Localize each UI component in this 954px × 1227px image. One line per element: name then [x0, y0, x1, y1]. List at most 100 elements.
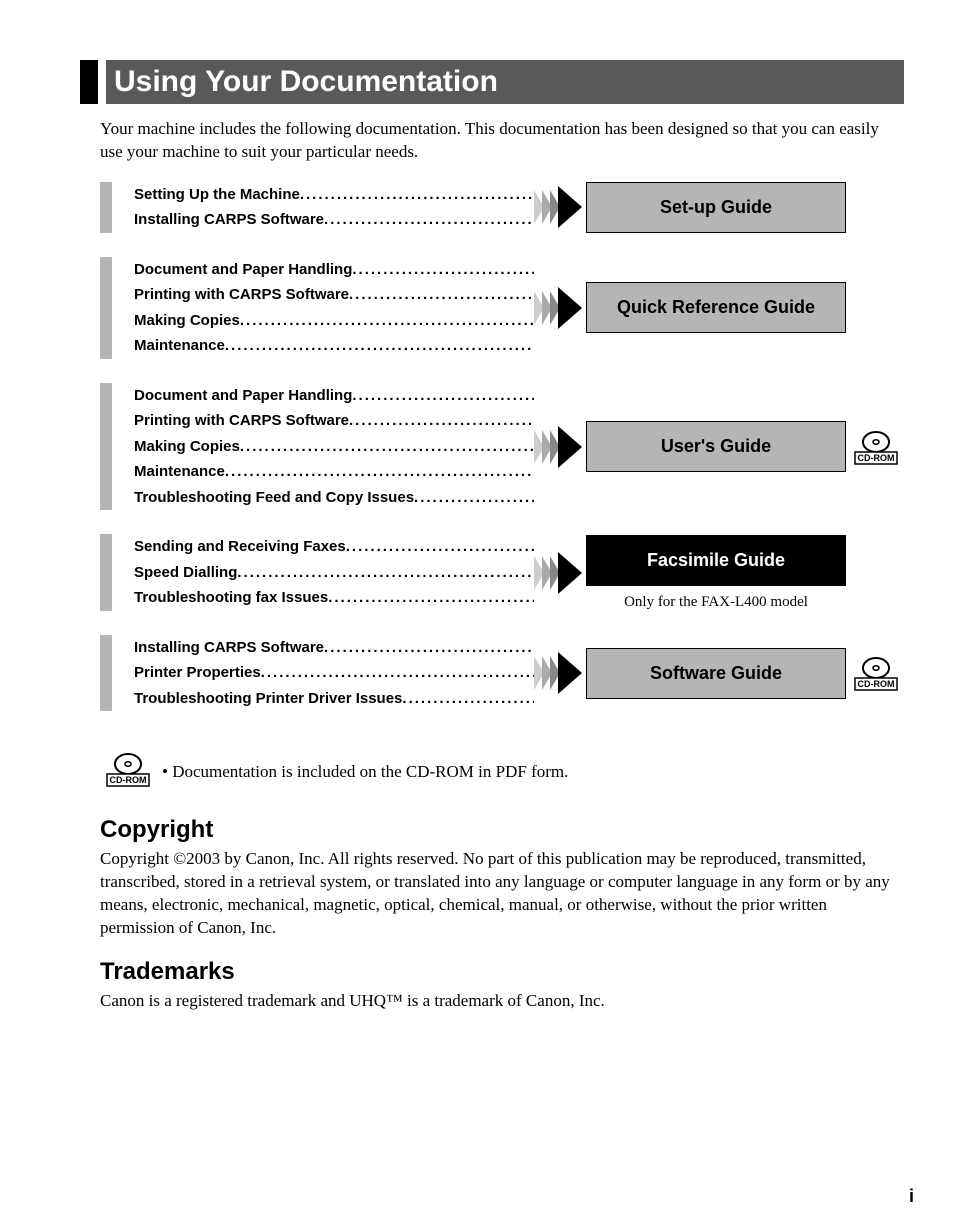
leader-dots	[346, 534, 534, 560]
doc-section-row: Document and Paper HandlingPrinting with…	[100, 383, 904, 511]
cd-rom-footer-note: CD-ROM • Documentation is included on th…	[106, 751, 904, 792]
section-side-bar	[100, 182, 112, 233]
copyright-heading: Copyright	[100, 816, 904, 844]
topic-text: Troubleshooting Printer Driver Issues	[134, 686, 402, 712]
arrow-icon	[534, 287, 584, 329]
guide-column: Set-up Guide	[584, 182, 848, 233]
topic-line: Troubleshooting fax Issues	[134, 585, 534, 611]
section-topics: Installing CARPS SoftwarePrinter Propert…	[134, 635, 534, 712]
topic-line: Printing with CARPS Software	[134, 408, 534, 434]
topic-line: Speed Dialling	[134, 560, 534, 586]
topic-line: Document and Paper Handling	[134, 257, 534, 283]
topic-text: Troubleshooting fax Issues	[134, 585, 328, 611]
leader-dots	[324, 207, 534, 233]
guide-column: Facsimile Guide Only for the FAX-L400 mod…	[584, 535, 848, 611]
guide-note: Only for the FAX-L400 model	[624, 594, 808, 611]
section-topics: Document and Paper HandlingPrinting with…	[134, 383, 534, 511]
guide-box: Quick Reference Guide	[586, 282, 846, 333]
page-title-bar: Using Your Documentation	[80, 60, 904, 104]
leader-dots	[349, 282, 534, 308]
topic-text: Printing with CARPS Software	[134, 282, 349, 308]
topic-text: Sending and Receiving Faxes	[134, 534, 346, 560]
leader-dots	[261, 660, 534, 686]
svg-text:CD-ROM: CD-ROM	[858, 679, 895, 689]
doc-section-row: Setting Up the MachineInstalling CARPS S…	[100, 182, 904, 233]
topic-line: Maintenance	[134, 459, 534, 485]
leader-dots	[352, 383, 534, 409]
leader-dots	[328, 585, 534, 611]
arrow-icon	[534, 426, 584, 468]
topic-line: Printer Properties	[134, 660, 534, 686]
svg-text:CD-ROM: CD-ROM	[858, 453, 895, 463]
topic-text: Speed Dialling	[134, 560, 237, 586]
svg-text:CD-ROM: CD-ROM	[110, 775, 147, 785]
trademarks-text: Canon is a registered trademark and UHQ™…	[100, 990, 904, 1013]
topic-text: Printing with CARPS Software	[134, 408, 349, 434]
section-side-bar	[100, 635, 112, 712]
guide-box: Set-up Guide	[586, 182, 846, 233]
topic-line: Making Copies	[134, 308, 534, 334]
topic-line: Troubleshooting Printer Driver Issues	[134, 686, 534, 712]
doc-section-row: Sending and Receiving FaxesSpeed Diallin…	[100, 534, 904, 611]
leader-dots	[300, 182, 534, 208]
leader-dots	[225, 333, 534, 359]
leader-dots	[402, 686, 534, 712]
topic-text: Making Copies	[134, 434, 240, 460]
section-topics: Document and Paper HandlingPrinting with…	[134, 257, 534, 359]
section-side-bar	[100, 534, 112, 611]
leader-dots	[225, 459, 534, 485]
topic-line: Installing CARPS Software	[134, 635, 534, 661]
trademarks-heading: Trademarks	[100, 958, 904, 986]
leader-dots	[324, 635, 534, 661]
title-notch	[80, 60, 98, 104]
page-number: i	[909, 1186, 914, 1207]
section-side-bar	[100, 257, 112, 359]
guide-box: Software Guide	[586, 648, 846, 699]
leader-dots	[240, 308, 534, 334]
topic-text: Document and Paper Handling	[134, 257, 352, 283]
doc-section-row: Document and Paper HandlingPrinting with…	[100, 257, 904, 359]
topic-text: Installing CARPS Software	[134, 635, 324, 661]
topic-text: Making Copies	[134, 308, 240, 334]
topic-text: Maintenance	[134, 333, 225, 359]
arrow-icon	[534, 552, 584, 594]
section-topics: Setting Up the MachineInstalling CARPS S…	[134, 182, 534, 233]
copyright-text: Copyright ©2003 by Canon, Inc. All right…	[100, 848, 904, 940]
page-title: Using Your Documentation	[106, 60, 904, 104]
arrow-icon	[534, 652, 584, 694]
cd-indicator: CD-ROM	[848, 429, 904, 465]
leader-dots	[349, 408, 534, 434]
leader-dots	[352, 257, 534, 283]
topic-line: Setting Up the Machine	[134, 182, 534, 208]
intro-text: Your machine includes the following docu…	[100, 118, 904, 164]
guide-box: User's Guide	[586, 421, 846, 472]
guide-column: User's Guide	[584, 421, 848, 472]
topic-text: Document and Paper Handling	[134, 383, 352, 409]
leader-dots	[237, 560, 534, 586]
cd-indicator: CD-ROM	[848, 655, 904, 691]
guide-box: Facsimile Guide	[586, 535, 846, 586]
section-side-bar	[100, 383, 112, 511]
topic-line: Printing with CARPS Software	[134, 282, 534, 308]
cd-rom-icon: CD-ROM	[106, 751, 150, 792]
topic-line: Installing CARPS Software	[134, 207, 534, 233]
topic-line: Maintenance	[134, 333, 534, 359]
topic-line: Document and Paper Handling	[134, 383, 534, 409]
topic-text: Maintenance	[134, 459, 225, 485]
topic-text: Troubleshooting Feed and Copy Issues	[134, 485, 414, 511]
topic-text: Installing CARPS Software	[134, 207, 324, 233]
topic-text: Setting Up the Machine	[134, 182, 300, 208]
documentation-sections: Setting Up the MachineInstalling CARPS S…	[100, 182, 904, 712]
footer-note-text: • Documentation is included on the CD-RO…	[162, 762, 568, 782]
section-topics: Sending and Receiving FaxesSpeed Diallin…	[134, 534, 534, 611]
leader-dots	[240, 434, 534, 460]
topic-line: Troubleshooting Feed and Copy Issues	[134, 485, 534, 511]
topic-line: Sending and Receiving Faxes	[134, 534, 534, 560]
topic-line: Making Copies	[134, 434, 534, 460]
guide-column: Quick Reference Guide	[584, 282, 848, 333]
leader-dots	[414, 485, 534, 511]
guide-column: Software Guide	[584, 648, 848, 699]
doc-section-row: Installing CARPS SoftwarePrinter Propert…	[100, 635, 904, 712]
topic-text: Printer Properties	[134, 660, 261, 686]
arrow-icon	[534, 186, 584, 228]
